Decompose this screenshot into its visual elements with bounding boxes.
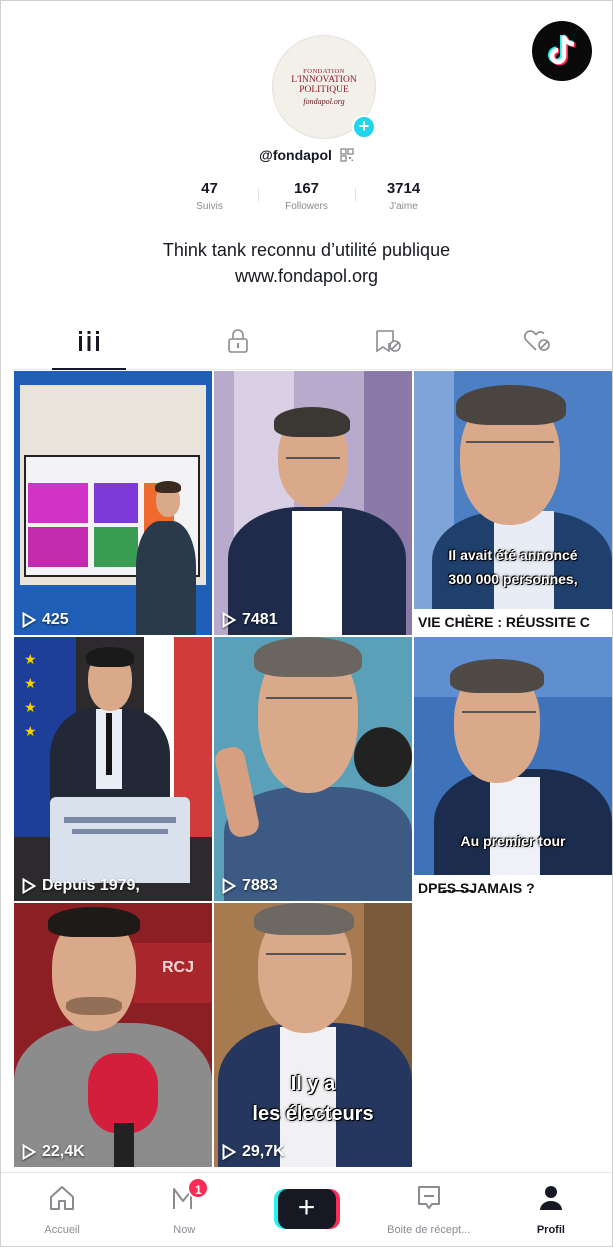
tab-reposts[interactable] [313,318,463,369]
tab-liked[interactable] [463,318,613,369]
eu-flag-stars: ★ ★ ★ ★ [24,651,37,739]
video-banner-text: VIE CHÈRE : RÉUSSITE C [414,609,612,635]
view-count-text: 425 [42,611,69,628]
video-thumbnail[interactable]: Il avait été annoncé 300 000 personnes, … [414,371,612,635]
qr-code-icon[interactable] [340,148,354,165]
profile-tabs [14,318,612,370]
video-thumbnail[interactable]: Au premier tour DPE̶S̶ ̶S̶JAMAIS ? [414,637,612,901]
avatar-line-4: fondapol.org [303,97,345,106]
following-count: 47 [201,180,218,197]
avatar-line-2: L'INNOVATION [291,75,357,85]
stat-following[interactable]: 47 Suivis [162,180,258,212]
nav-now-label: Now [173,1224,196,1236]
video-thumbnail[interactable]: RCJ 22,4K [14,903,212,1167]
followers-count: 167 [293,180,320,197]
videos-grid-icon [77,330,101,357]
play-icon [222,1144,236,1160]
video-thumbnail[interactable]: 7481 [214,371,412,635]
nav-create[interactable]: + [245,1173,367,1246]
likes-label: J'aime [389,201,418,212]
view-count: 29,7K [222,1143,285,1161]
followers-label: Followers [285,201,328,212]
inbox-icon [414,1183,444,1218]
view-count: 425 [22,611,69,629]
bio-text: Think tank reconnu d’utilité publique [162,240,451,260]
nav-inbox[interactable]: Boite de récept... [368,1173,490,1246]
play-icon [22,1144,36,1160]
play-icon [222,878,236,894]
nav-profile[interactable]: Profil [490,1173,612,1246]
profile-bio: Think tank reconnu d’utilité publique ww… [0,237,613,289]
bottom-nav: Accueil 1 Now + Boite de récept... Profi… [1,1172,612,1246]
tiktok-logo-icon[interactable] [532,21,592,81]
stat-followers[interactable]: 167 Followers [259,180,355,212]
video-thumbnail[interactable]: ★ ★ ★ ★ Depuis 1979, [14,637,212,901]
profile-handle: @fondapol [259,147,332,163]
view-count: 22,4K [22,1143,85,1161]
view-count: 7481 [222,611,278,629]
tab-private[interactable] [164,318,314,369]
profile-person-icon [536,1183,566,1218]
avatar-line-1: FONDATION [303,68,345,75]
view-count-text: 22,4K [42,1143,85,1160]
handle-row: @fondapol [0,147,613,165]
view-count-text: 7481 [242,611,278,628]
play-icon [22,878,36,894]
play-icon [222,612,236,628]
view-count: 7883 [222,877,278,895]
video-thumbnail[interactable]: 7883 [214,637,412,901]
tab-videos[interactable] [14,318,164,370]
view-count-text: 29,7K [242,1143,285,1160]
view-count: Depuis 1979, [22,877,140,895]
following-label: Suivis [196,201,223,212]
stat-likes[interactable]: 3714 J'aime [356,180,452,212]
likes-count: 3714 [386,180,421,197]
private-lock-icon [226,328,250,359]
home-icon [47,1183,77,1218]
profile-stats: 47 Suivis 167 Followers 3714 J'aime [0,180,613,212]
bio-link[interactable]: www.fondapol.org [0,263,613,289]
video-thumbnail[interactable]: Il y a les électeurs 29,7K [214,903,412,1167]
video-thumbnail[interactable]: 425 [14,371,212,635]
play-icon [22,612,36,628]
rcj-logo-text: RCJ [162,959,195,976]
now-notification-badge: 1 [187,1177,210,1199]
video-caption: Il y a les électeurs [252,1073,374,1125]
liked-heart-icon [522,328,552,359]
now-icon: 1 [169,1177,210,1218]
view-count-text: 7883 [242,877,278,894]
view-count-text: Depuis 1979, [42,877,140,894]
nav-profile-label: Profil [536,1224,565,1236]
nav-now[interactable]: 1 Now [123,1173,245,1246]
reposts-icon [373,328,403,359]
video-caption: Au premier tour [460,833,566,849]
nav-inbox-label: Boite de récept... [387,1224,471,1236]
plus-icon: + [277,1189,336,1229]
avatar-line-3: POLITIQUE [299,85,349,95]
video-caption: Il avait été annoncé 300 000 personnes, [448,547,578,587]
nav-home[interactable]: Accueil [1,1173,123,1246]
add-story-plus-icon[interactable]: + [352,115,376,139]
nav-home-label: Accueil [44,1224,80,1236]
create-button[interactable]: + [273,1189,340,1229]
video-banner-text: DPE̶S̶ ̶S̶JAMAIS ? [414,875,612,901]
